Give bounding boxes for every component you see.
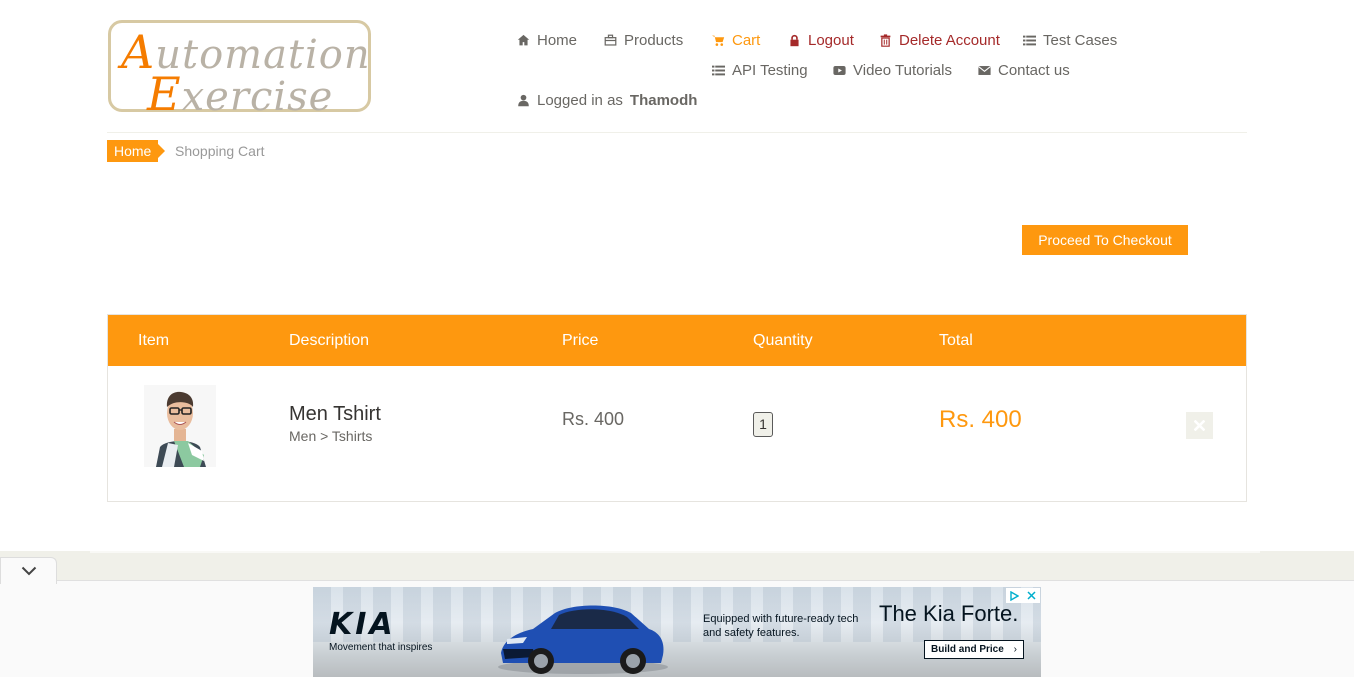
ad-cta-label: Build and Price [931,644,1004,655]
advertisement-banner[interactable]: KIA Movement that inspires Equipped with… [313,587,1041,677]
nav-logout-label: Logout [808,32,854,49]
cart-table-header: Item Description Price Quantity Total [108,315,1246,366]
nav-contact-us-label: Contact us [998,62,1070,79]
ad-close-icon[interactable] [1027,591,1036,600]
ad-choices[interactable] [1006,588,1040,603]
breadcrumb-current: Shopping Cart [175,143,265,159]
nav-logout[interactable]: Logout [788,32,854,49]
nav-home-label: Home [537,32,578,49]
column-header-price: Price [562,332,599,349]
nav-cart-label: Cart [732,32,761,49]
nav-home[interactable]: Home [517,32,577,49]
breadcrumb-home[interactable]: Home [107,140,166,162]
column-header-item: Item [138,332,170,349]
user-icon [518,94,529,107]
list-icon [712,65,725,76]
proceed-to-checkout-button[interactable]: Proceed To Checkout [1022,225,1188,255]
products-icon [604,34,617,46]
column-header-description: Description [289,332,370,349]
logged-in-username: Thamodh [629,92,698,109]
nav-api-testing-label: API Testing [732,62,808,79]
ad-collapse-toggle[interactable] [0,557,57,584]
cart-icon [712,35,725,46]
column-header-total: Total [939,332,973,349]
youtube-icon [833,66,846,75]
logo-rest-2: xercise [181,74,334,120]
trash-icon [880,34,891,47]
envelope-icon [978,66,991,75]
logged-in-indicator: Logged in as Thamodh [517,92,697,109]
logged-in-label: Logged in as [537,92,623,109]
ad-tagline: Movement that inspires [329,642,433,653]
list-icon [1023,35,1036,46]
ad-build-and-price-button[interactable]: Build and Price › [924,640,1024,659]
nav-delete-account[interactable]: Delete Account [879,32,1000,49]
car-image [498,605,668,674]
lock-icon [790,34,799,47]
product-name-link[interactable]: Men Tshirt [289,403,381,426]
adchoices-icon[interactable] [1010,590,1019,601]
nav-products[interactable]: Products [604,32,683,49]
product-total: Rs. 400 [939,406,1022,433]
ad-headline: The Kia Forte. [879,601,1019,626]
nav-video-tutorials[interactable]: Video Tutorials [833,62,952,79]
ad-cta-arrow-icon: › [1013,644,1017,655]
product-image[interactable] [144,385,216,467]
product-price: Rs. 400 [562,409,625,429]
chevron-down-icon [21,566,36,576]
footer-divider [90,551,1260,553]
cart-table: Item Description Price Quantity Total Me… [107,314,1247,502]
nav-test-cases-label: Test Cases [1043,32,1118,49]
column-header-quantity: Quantity [753,332,813,349]
nav-cart[interactable]: Cart [712,32,760,49]
ad-copy: Equipped with future-ready tech and safe… [703,613,859,639]
quantity-value: 1 [753,412,773,437]
nav-contact-us[interactable]: Contact us [978,62,1070,79]
header-divider [107,132,1247,133]
site-logo[interactable]: Automation Exercise [108,20,371,121]
nav-test-cases[interactable]: Test Cases [1023,32,1117,49]
nav-products-label: Products [624,32,684,49]
logo-line-2: Exercise [147,67,333,121]
close-icon [1194,420,1205,431]
home-icon [517,34,530,46]
nav-delete-account-label: Delete Account [899,32,1000,49]
logo-cap-e: E [147,67,182,121]
nav-api-testing[interactable]: API Testing [712,62,808,79]
nav-video-tutorials-label: Video Tutorials [853,62,952,79]
product-category: Men > Tshirts [289,428,373,444]
ad-brand-logo: KIA [329,607,396,642]
remove-item-button[interactable] [1186,412,1213,439]
